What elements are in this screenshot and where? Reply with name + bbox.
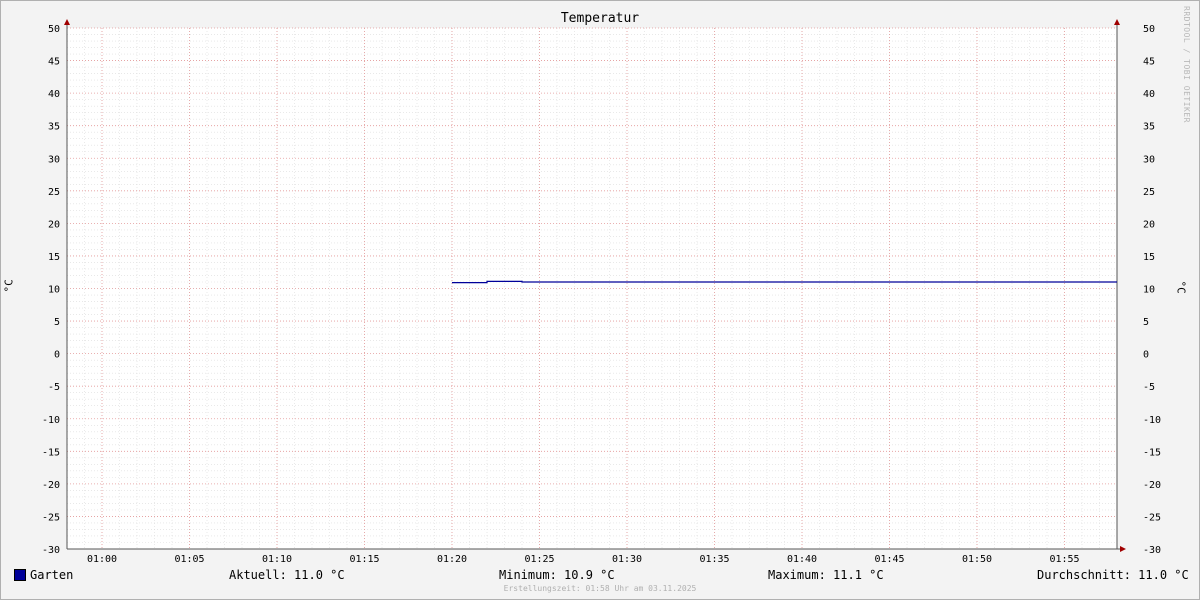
y-tick-label-right: 5 (1143, 317, 1149, 328)
y-tick-label-left: 35 (48, 122, 60, 133)
stat-average: Durchschnitt: 11.0 °C (1037, 568, 1189, 582)
y-tick-label-right: -20 (1143, 480, 1161, 491)
y-tick-label-right: 0 (1143, 350, 1149, 361)
y-tick-label-right: 10 (1143, 285, 1155, 296)
y-tick-label-right: 50 (1143, 24, 1155, 35)
y-tick-label-left: 40 (48, 89, 60, 100)
temperature-chart: 50 5045 4540 4035 3530 3025 2520 2015 1510 105 50 0… (42, 19, 1161, 565)
y-tick-label-left: 10 (48, 285, 60, 296)
y-tick-label-right: 45 (1143, 57, 1155, 68)
x-tick-label: 01:45 (874, 554, 904, 565)
series-line-garten (452, 280, 1117, 284)
y-tick-label-right: 40 (1143, 89, 1155, 100)
y-tick-label-right: 30 (1143, 154, 1155, 165)
stat-maximum: Maximum: 11.1 °C (768, 568, 884, 582)
y-tick-label-left: 0 (54, 350, 60, 361)
y-axis-arrow-left (64, 19, 70, 25)
y-tick-label-left: -5 (48, 382, 60, 393)
x-tick-label: 01:50 (962, 554, 992, 565)
grid (66, 27, 1118, 550)
y-tick-label-right: -15 (1143, 447, 1161, 458)
y-tick-label-left: 30 (48, 154, 60, 165)
legend-swatch-garten (14, 569, 26, 581)
y-tick-label-right: 35 (1143, 122, 1155, 133)
x-tick-label: 01:05 (174, 554, 204, 565)
x-axis-arrow (1120, 546, 1126, 552)
y-tick-label-right: 20 (1143, 219, 1155, 230)
series-layer (452, 280, 1117, 284)
y-tick-label-left: 5 (54, 317, 60, 328)
x-tick-label: 01:40 (787, 554, 817, 565)
y-tick-label-right: -5 (1143, 382, 1155, 393)
x-tick-label: 01:15 (349, 554, 379, 565)
y-tick-label-left: -15 (42, 447, 60, 458)
x-tick-label: 01:35 (699, 554, 729, 565)
x-tick-label: 01:10 (262, 554, 292, 565)
x-tick-label: 01:00 (87, 554, 117, 565)
y-tick-label-right: 15 (1143, 252, 1155, 263)
x-tick-label: 01:30 (612, 554, 642, 565)
x-tick-label: 01:25 (524, 554, 554, 565)
footer-timestamp: Erstellungszeit: 01:58 Uhr am 03.11.2025 (503, 584, 697, 593)
y-tick-label-right: -10 (1143, 415, 1161, 426)
y-tick-label-left: -25 (42, 512, 60, 523)
y-tick-label-left: -20 (42, 480, 60, 491)
x-tick-label: 01:20 (437, 554, 467, 565)
y-tick-label-left: -10 (42, 415, 60, 426)
y-tick-label-right: 25 (1143, 187, 1155, 198)
y-tick-label-right: -30 (1143, 545, 1161, 556)
legend-label-garten: Garten (30, 568, 74, 582)
y-tick-label-right: -25 (1143, 512, 1161, 523)
y-tick-label-left: 45 (48, 57, 60, 68)
y-tick-label-left: 20 (48, 219, 60, 230)
y-axis-arrow-right (1114, 19, 1120, 25)
stat-current: Aktuell: 11.0 °C (229, 568, 345, 582)
y-tick-label-left: 15 (48, 252, 60, 263)
x-tick-label: 01:55 (1049, 554, 1079, 565)
stat-minimum: Minimum: 10.9 °C (499, 568, 615, 582)
y-tick-label-left: -30 (42, 545, 60, 556)
y-tick-label-left: 25 (48, 187, 60, 198)
y-tick-label-left: 50 (48, 24, 60, 35)
